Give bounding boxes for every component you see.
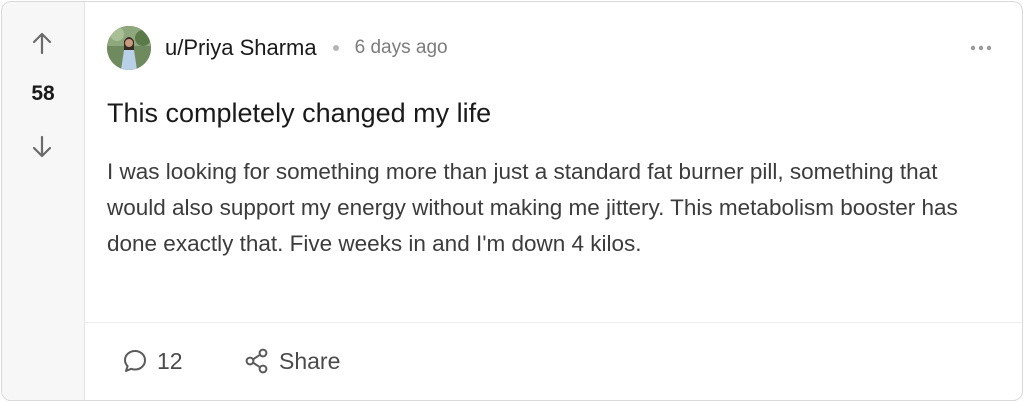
separator-dot xyxy=(332,45,339,51)
comments-button[interactable]: 12 xyxy=(121,347,183,375)
vote-score: 58 xyxy=(31,82,55,105)
comment-bubble-icon xyxy=(124,350,146,372)
comment-count: 12 xyxy=(157,347,183,374)
more-options-button[interactable] xyxy=(968,38,994,58)
avatar[interactable] xyxy=(107,26,151,70)
post-header: u/Priya Sharma 6 days ago xyxy=(107,26,448,70)
downvote-button[interactable] xyxy=(29,134,55,160)
vote-column: 58 xyxy=(2,2,85,400)
share-label: Share xyxy=(279,347,341,374)
post-body: I was looking for something more than ju… xyxy=(107,159,958,256)
post-timestamp: 6 days ago xyxy=(354,37,448,58)
more-horizontal-icon xyxy=(970,45,992,51)
author-username[interactable]: u/Priya Sharma xyxy=(165,35,317,61)
arrow-down-icon xyxy=(32,135,52,158)
share-button[interactable]: Share xyxy=(243,347,340,375)
post-card: 58 u/Priya Sharma 6 days ago This comple… xyxy=(1,1,1023,401)
arrow-up-icon xyxy=(32,32,52,55)
share-nodes-icon xyxy=(245,348,268,374)
post-content: u/Priya Sharma 6 days ago This completel… xyxy=(85,2,1022,400)
post-footer: 12 Share xyxy=(85,322,1022,400)
post-title[interactable]: This completely changed my life xyxy=(107,98,491,129)
upvote-button[interactable] xyxy=(29,30,55,56)
